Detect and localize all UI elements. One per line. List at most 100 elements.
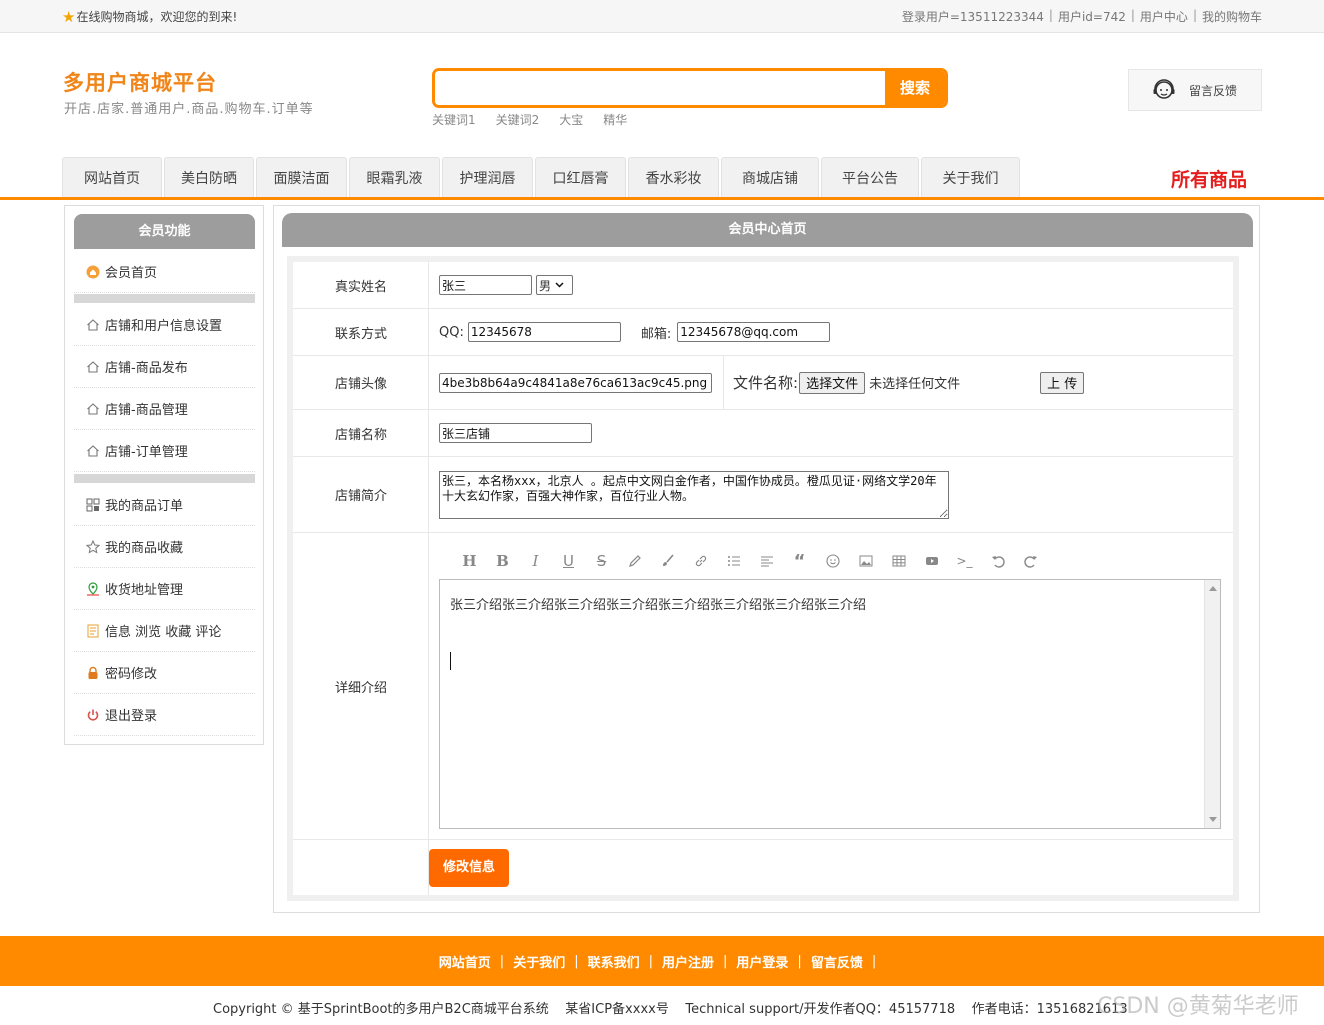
bold-icon[interactable]: B [486,551,519,571]
email-label: 邮箱: [640,326,672,342]
row-avatar: 店铺头像 文件名称: 选择文件 未选择任何文件 上 传 [293,356,1233,410]
sidebar-item-address[interactable]: 收货地址管理 [74,568,255,610]
hot-keyword[interactable]: 精华 [603,111,627,128]
video-icon[interactable] [915,551,948,571]
footer-link-about[interactable]: 关于我们 [513,952,565,971]
sidebar-item-label: 店铺-商品发布 [105,361,188,376]
pen-icon[interactable] [618,551,651,571]
sidebar-item-label: 我的商品收藏 [105,541,184,556]
sidebar-item-shop-settings[interactable]: 店铺和用户信息设置 [74,304,255,346]
sidebar-item-manage-goods[interactable]: 店铺-商品管理 [74,388,255,430]
hot-keyword[interactable]: 大宝 [559,111,583,128]
real-name-input[interactable] [439,275,532,295]
nav-item-lipstick[interactable]: 口红唇膏 [535,157,626,197]
emoji-icon[interactable] [816,551,849,571]
feedback-button[interactable]: 留言反馈 [1128,69,1262,111]
house-icon [86,402,100,416]
separator: | [499,953,505,969]
editor-scrollbar[interactable] [1204,580,1220,828]
shop-intro-textarea[interactable]: 张三，本名杨xxx，北京人 。起点中文网白金作者，中国作协成员。橙瓜见证·网络文… [439,470,949,519]
choose-file-button[interactable]: 选择文件 [799,371,866,394]
redo-icon[interactable] [1014,551,1047,571]
user-center-link[interactable]: 用户中心 [1140,8,1188,25]
brush-icon[interactable] [651,551,684,571]
nav-item-perfume[interactable]: 香水彩妆 [628,157,719,197]
nav-item-mask[interactable]: 面膜洁面 [256,157,347,197]
nav-item-notice[interactable]: 平台公告 [821,157,919,197]
hot-keyword[interactable]: 关键词2 [496,111,540,128]
footer-link-register[interactable]: 用户注册 [662,952,714,971]
nav-item-whitening[interactable]: 美白防晒 [164,157,254,197]
nav-item-home[interactable]: 网站首页 [62,157,162,197]
welcome-message: ★ 在线购物商城，欢迎您的到来! [62,8,237,25]
update-info-button[interactable]: 修改信息 [429,849,509,887]
shop-name-input[interactable] [439,423,592,443]
email-input[interactable] [677,322,831,342]
strikethrough-icon[interactable]: S [585,551,618,571]
avatar-path-input[interactable] [439,372,712,393]
footer-link-login[interactable]: 用户登录 [736,952,788,971]
sidebar-item-label: 店铺-订单管理 [105,445,188,460]
nav-item-lip-care[interactable]: 护理润唇 [442,157,533,197]
main-nav: 网站首页 美白防晒 面膜洁面 眼霜乳液 护理润唇 口红唇膏 香水彩妆 商城店铺 … [62,157,1022,197]
sidebar-item-manage-orders[interactable]: 店铺-订单管理 [74,430,255,472]
cell-contact: QQ: 邮箱: [439,309,831,355]
separator: | [1130,8,1135,22]
row-real-name: 真实姓名 男 [293,262,1233,309]
rich-text-editor[interactable]: 张三介绍张三介绍张三介绍张三介绍张三介绍张三介绍张三介绍张三介绍 [439,579,1221,829]
undo-icon[interactable] [981,551,1014,571]
sidebar-item-change-password[interactable]: 密码修改 [74,652,255,694]
cell-file-upload: 文件名称: 选择文件 未选择任何文件 上 传 [733,356,1085,409]
scroll-up-icon[interactable] [1209,586,1217,591]
sidebar-item-info-browse[interactable]: 信息 浏览 收藏 评论 [74,610,255,652]
all-goods-link[interactable]: 所有商品 [1171,165,1247,192]
search-input[interactable] [435,71,887,105]
sidebar-item-favorites[interactable]: 我的商品收藏 [74,526,255,568]
top-bar: ★ 在线购物商城，欢迎您的到来! 登录用户=13511223344 | 用户id… [0,0,1324,33]
nav-item-eye-cream[interactable]: 眼霜乳液 [349,157,440,197]
gender-value: 男 [539,278,552,293]
code-icon[interactable]: >_ [948,551,981,571]
sidebar-item-publish-goods[interactable]: 店铺-商品发布 [74,346,255,388]
sidebar-item-logout[interactable]: 退出登录 [74,694,255,736]
footer-link-contact[interactable]: 联系我们 [588,952,640,971]
location-pin-icon [86,581,100,596]
quote-icon[interactable]: “ [783,551,816,572]
table-icon[interactable] [882,551,915,571]
align-left-icon[interactable] [750,551,783,571]
separator: | [1048,8,1053,22]
empty-label-cell [293,840,429,895]
sidebar-item-member-home[interactable]: 会员首页 [74,251,255,293]
nav-item-shops[interactable]: 商城店铺 [721,157,819,197]
sidebar-item-label: 会员首页 [105,266,158,281]
member-center-panel: 会员中心首页 真实姓名 男 联系方式 QQ: [273,205,1260,913]
italic-icon[interactable]: I [519,551,552,571]
qq-label: QQ: [439,324,464,340]
footer-link-feedback[interactable]: 留言反馈 [811,952,863,971]
sidebar-item-label: 退出登录 [105,709,158,724]
footer-link-home[interactable]: 网站首页 [439,952,491,971]
search-button[interactable]: 搜索 [885,71,945,105]
image-icon[interactable] [849,551,882,571]
editor-toolbar: H B I U S “ >_ [453,551,1047,572]
site-title[interactable]: 多用户商城平台 [63,67,217,97]
my-cart-link[interactable]: 我的购物车 [1202,8,1262,25]
underline-icon[interactable]: U [552,551,585,571]
grid-icon [86,498,100,512]
gender-select[interactable]: 男 [536,275,573,295]
hot-keywords: 关键词1 关键词2 大宝 精华 [432,111,647,128]
hot-keyword[interactable]: 关键词1 [432,111,476,128]
heading-icon[interactable]: H [453,551,486,571]
link-icon[interactable] [684,551,717,571]
upload-button[interactable]: 上 传 [1040,371,1085,394]
footer-nav: 网站首页 | 关于我们 | 联系我们 | 用户注册 | 用户登录 | 留言反馈 … [0,936,1324,986]
qq-input[interactable] [467,322,621,342]
document-icon [86,624,100,638]
separator: | [871,953,877,969]
scroll-down-icon[interactable] [1209,817,1217,822]
nav-item-about[interactable]: 关于我们 [921,157,1020,197]
list-icon[interactable] [717,551,750,571]
sidebar-item-my-orders[interactable]: 我的商品订单 [74,484,255,526]
sidebar-divider [74,474,255,483]
house-icon [86,444,100,458]
